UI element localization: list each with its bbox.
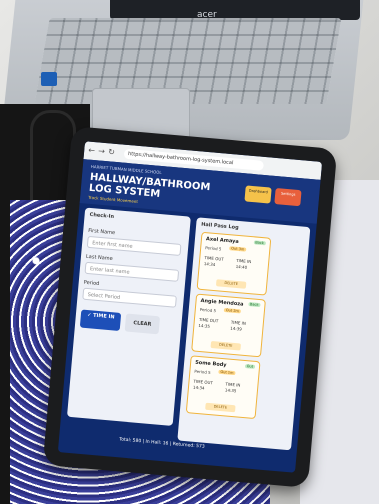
log-entry: Angie Mendoza Period 5 Out 2m Back TIME … bbox=[191, 293, 266, 358]
refresh-icon[interactable]: ↻ bbox=[108, 146, 116, 159]
duration-tag: Out 1m bbox=[218, 369, 236, 376]
period: Period 5 bbox=[199, 306, 217, 314]
time-out-value: 14:34 bbox=[192, 384, 205, 391]
checkin-panel: Check-In First Name Enter first name Las… bbox=[66, 207, 191, 426]
clear-button[interactable]: CLEAR bbox=[124, 313, 161, 335]
time-out-value: 14:34 bbox=[203, 261, 216, 268]
period: Period 5 bbox=[194, 368, 211, 376]
time-in-value: 14:35 bbox=[224, 387, 237, 394]
status-badge: Back bbox=[247, 302, 261, 308]
time-out-value: 14:35 bbox=[198, 322, 211, 329]
forward-icon[interactable]: → bbox=[98, 145, 106, 158]
log-panel: Hall Pass Log Axel Amaya Period 5 Out 3m… bbox=[177, 217, 311, 451]
time-in-value: 14:40 bbox=[235, 263, 248, 270]
period-select[interactable]: Select Period bbox=[82, 287, 177, 308]
student-name: Axel Amaya bbox=[205, 236, 239, 245]
delete-button[interactable]: DELETE bbox=[205, 402, 236, 413]
delete-button[interactable]: DELETE bbox=[215, 279, 247, 289]
status-badge: Back bbox=[253, 240, 267, 246]
checkin-heading: Check-In bbox=[89, 211, 115, 221]
period-label: Period bbox=[83, 279, 100, 287]
intel-sticker-icon bbox=[41, 72, 57, 86]
duration-tag: Out 2m bbox=[223, 307, 242, 314]
period: Period 5 bbox=[205, 245, 222, 252]
last-name-label: Last Name bbox=[85, 253, 113, 263]
photo-scene: acer ← → ↻ https://hallway-bathroom-log-… bbox=[0, 0, 379, 504]
log-entry: Axel Amaya Period 5 Out 3m Back TIME OUT… bbox=[196, 231, 272, 296]
time-in-button[interactable]: ✓ TIME IN bbox=[79, 309, 122, 331]
first-name-field[interactable]: Enter first name bbox=[86, 235, 182, 256]
student-name: Some Body bbox=[194, 359, 227, 369]
time-in-value: 14:39 bbox=[230, 325, 243, 332]
duration-tag: Out 3m bbox=[229, 246, 247, 252]
laptop-lid bbox=[110, 0, 360, 20]
first-name-label: First Name bbox=[87, 227, 116, 237]
student-name: Angie Mendoza bbox=[200, 297, 244, 308]
last-name-field[interactable]: Enter last name bbox=[84, 261, 180, 282]
settings-button[interactable]: Settings bbox=[274, 188, 302, 207]
log-heading: Hall Pass Log bbox=[200, 221, 239, 231]
tablet: ← → ↻ https://hallway-bathroom-log-syste… bbox=[42, 126, 338, 488]
back-icon[interactable]: ← bbox=[88, 145, 96, 158]
delete-button[interactable]: DELETE bbox=[210, 340, 242, 351]
dashboard-button[interactable]: Dashboard bbox=[244, 185, 272, 204]
status-badge: Out bbox=[244, 364, 256, 369]
tablet-screen: ← → ↻ https://hallway-bathroom-log-syste… bbox=[57, 141, 323, 473]
log-entry: Some Body Period 5 Out 1m Out TIME OUT 1… bbox=[185, 355, 261, 420]
